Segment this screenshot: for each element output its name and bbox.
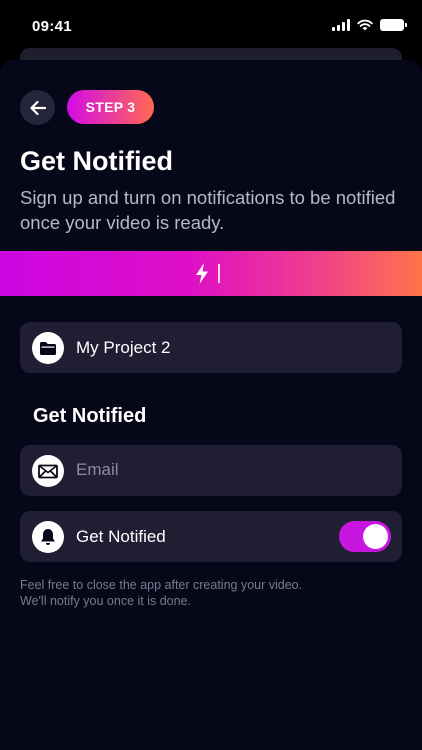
project-name: My Project 2: [76, 338, 171, 357]
footnote-line-2: We'll notify you once it is done.: [20, 594, 191, 608]
status-icons: [332, 19, 407, 31]
footnote: Feel free to close the app after creatin…: [20, 577, 400, 609]
section-title: Get Notified: [33, 405, 147, 427]
footnote-line-1: Feel free to close the app after creatin…: [20, 578, 303, 592]
email-row: [20, 445, 402, 496]
progress-banner: [0, 251, 422, 296]
email-input[interactable]: [76, 456, 386, 484]
battery-icon: [380, 19, 407, 31]
toggle-knob: [363, 524, 388, 549]
step-badge: STEP 3: [67, 90, 154, 124]
status-time: 09:41: [32, 18, 72, 35]
bell-icon: [32, 521, 64, 553]
notification-toggle[interactable]: [339, 521, 391, 552]
arrow-left-icon: [29, 100, 46, 115]
status-bar: 09:41: [0, 0, 422, 50]
wifi-icon: [357, 19, 373, 31]
back-button[interactable]: [20, 90, 55, 125]
cellular-signal-icon: [332, 19, 350, 31]
folder-icon: [32, 332, 64, 364]
notification-row: Get Notified: [20, 511, 402, 562]
progress-cursor: [218, 264, 220, 283]
lightning-bolt-icon: [196, 263, 208, 284]
envelope-icon: [32, 455, 64, 487]
notification-toggle-label: Get Notified: [76, 527, 166, 546]
page-title: Get Notified: [20, 146, 173, 176]
page-subtitle: Sign up and turn on notifications to be …: [20, 187, 396, 233]
project-row[interactable]: My Project 2: [20, 322, 402, 373]
